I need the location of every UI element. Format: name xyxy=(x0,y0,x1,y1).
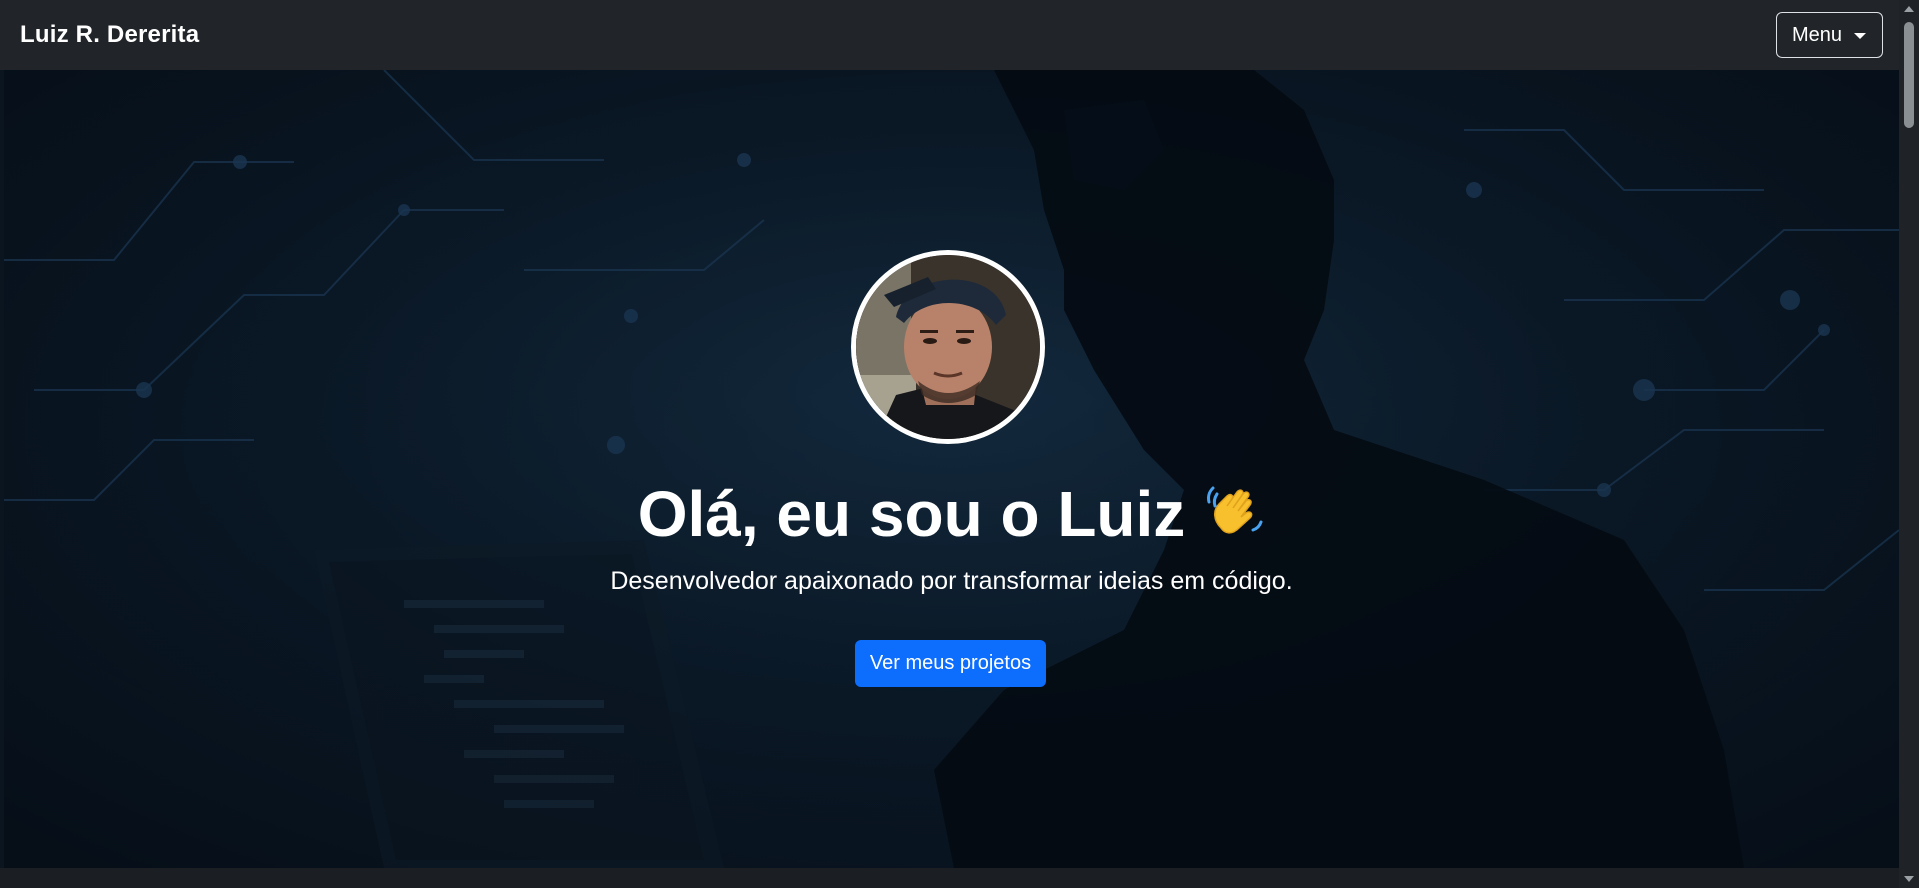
hero-subtitle: Desenvolvedor apaixonado por transformar… xyxy=(610,567,1293,595)
hero-content: Olá, eu sou o Luiz Desenvolvedor apaixon… xyxy=(4,70,1899,868)
waving-hand-icon xyxy=(1203,480,1265,552)
menu-dropdown-button[interactable]: Menu xyxy=(1775,12,1883,58)
profile-photo xyxy=(851,250,1045,444)
bottom-edge xyxy=(0,868,1899,888)
navbar: Luiz R. Dererita Menu xyxy=(0,0,1899,70)
brand-name[interactable]: Luiz R. Dererita xyxy=(20,21,199,49)
scroll-up-icon[interactable] xyxy=(1904,6,1914,12)
menu-label: Menu xyxy=(1791,23,1842,46)
scrollbar-thumb[interactable] xyxy=(1904,22,1914,128)
hero-title-text: Olá, eu sou o Luiz xyxy=(637,478,1186,550)
browser-viewport: Luiz R. Dererita Menu Olá, eu sou o Luiz… xyxy=(0,0,1919,888)
hero-title: Olá, eu sou o Luiz xyxy=(4,480,1899,552)
scroll-down-icon[interactable] xyxy=(1904,876,1914,882)
caret-down-icon xyxy=(1854,33,1866,39)
profile-photo-image xyxy=(856,255,1040,439)
page-scrollbar[interactable] xyxy=(1899,0,1919,888)
view-projects-button[interactable]: Ver meus projetos xyxy=(855,640,1046,687)
hero-section: Olá, eu sou o Luiz Desenvolvedor apaixon… xyxy=(4,70,1899,868)
